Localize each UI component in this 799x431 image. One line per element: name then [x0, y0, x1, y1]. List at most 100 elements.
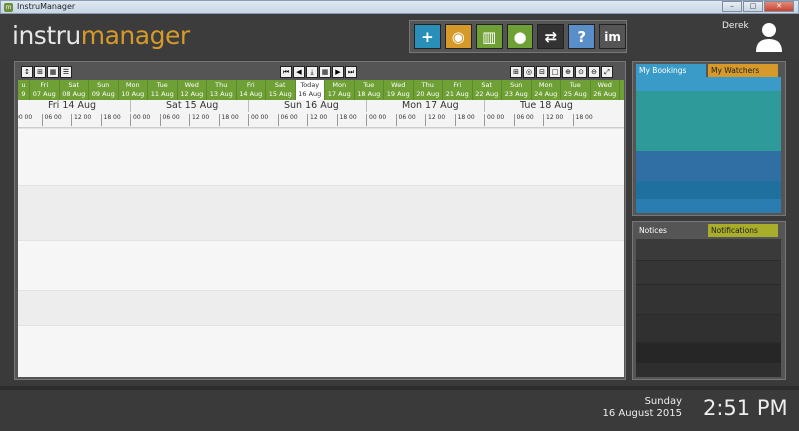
user-name: Derek	[722, 21, 749, 31]
fit-icon[interactable]: ⊞	[510, 66, 522, 78]
eye-icon[interactable]: ◉	[444, 24, 472, 49]
eye-icon[interactable]: ◎	[523, 66, 535, 78]
calendar-row[interactable]	[18, 128, 624, 185]
footer-date: 16 August 2015	[602, 408, 682, 419]
date-cell-date: 26 Aug	[593, 90, 617, 98]
date-cell[interactable]: Mon 24 Aug	[532, 80, 561, 100]
date-cell[interactable]: Tue 25 Aug	[561, 80, 591, 100]
hour-label: 00 00	[366, 114, 386, 126]
close-button[interactable]: ✕	[764, 1, 794, 12]
date-cell-day: Tue	[363, 81, 375, 89]
hour-label: 18 00	[454, 114, 475, 126]
date-cell[interactable]: Wed 12 Aug	[178, 80, 207, 100]
today-icon[interactable]: ⤓	[306, 66, 318, 78]
date-cell-day: Sat	[274, 81, 286, 89]
first-icon[interactable]: ⏮	[280, 66, 292, 78]
date-cell-day: Sat	[481, 81, 493, 89]
date-cell[interactable]: Sun 23 Aug	[502, 80, 532, 100]
hour-ruler: 00 00 06 00 12 00 18 00 00 00 06 00 12 00 18 00…	[18, 112, 624, 128]
date-cell[interactable]: Sat 22 Aug	[473, 80, 502, 100]
date-cell-day: Thu	[421, 81, 434, 89]
list-item[interactable]	[636, 151, 781, 181]
date-cell[interactable]: Wed 26 Aug	[591, 80, 620, 100]
zoom-icon[interactable]: ⊙	[575, 66, 587, 78]
tab-notices[interactable]: Notices	[636, 224, 706, 237]
prev-icon[interactable]: ◀	[293, 66, 305, 78]
calendar-row[interactable]	[18, 240, 624, 290]
date-cell[interactable]: Sat 15 Aug	[266, 80, 296, 100]
tab-notifications[interactable]: Notifications	[708, 224, 778, 237]
im-icon[interactable]: im	[599, 24, 627, 49]
status-footer: Sunday 16 August 2015 2:51 PM	[0, 390, 799, 431]
list-item[interactable]	[636, 199, 781, 213]
date-cell-date: 14 Aug	[239, 90, 263, 98]
date-cell[interactable]: Fri 21 Aug	[443, 80, 473, 100]
swap-icon[interactable]: ⇄	[537, 24, 565, 49]
app-header: instrumanager + ◉ ▥ ● ⇄? im Derek	[0, 14, 799, 59]
calendar-row[interactable]	[18, 325, 624, 377]
date-cell-day: Fri	[246, 81, 255, 89]
list-item[interactable]	[636, 91, 781, 151]
minimize-button[interactable]: –	[722, 1, 742, 12]
tab-my-watchers[interactable]: My Watchers	[708, 64, 778, 77]
hour-label: 12 00	[425, 114, 445, 126]
date-cell[interactable]: Fri 07 Aug	[30, 80, 60, 100]
date-cell[interactable]: Thu 13 Aug	[207, 80, 237, 100]
expand-icon[interactable]: ⊞	[34, 66, 46, 78]
collapse-icon[interactable]: ↕	[21, 66, 33, 78]
plus-icon[interactable]: +	[414, 24, 441, 49]
help-icon[interactable]: ?	[568, 24, 596, 49]
date-cell-day: Mon	[332, 81, 347, 89]
hour-label: 06 00	[41, 114, 62, 126]
next-icon[interactable]: ▶	[332, 66, 344, 78]
barcode-icon[interactable]: ▥	[475, 24, 503, 49]
list-item[interactable]	[636, 181, 781, 199]
date-cell[interactable]: Today 16 Aug	[295, 80, 325, 100]
hour-label: 12 00	[71, 114, 91, 126]
calendar-row[interactable]	[18, 290, 624, 325]
grid-icon[interactable]: ▦	[47, 66, 59, 78]
user-avatar-icon[interactable]	[754, 21, 784, 53]
main-toolbar: + ◉ ▥ ● ⇄? im	[409, 20, 627, 53]
zoom-in-icon[interactable]: ⊕	[562, 66, 574, 78]
date-cell-day: Wed	[597, 81, 612, 89]
date-cell[interactable]: Mon 10 Aug	[119, 80, 148, 100]
date-cell[interactable]: Fri 14 Aug	[237, 80, 266, 100]
date-cell-day: Today	[300, 81, 320, 89]
date-cell[interactable]: Tue 18 Aug	[355, 80, 384, 100]
date-cell-date: 07 Aug	[32, 90, 56, 98]
date-cell-date: 21 Aug	[445, 90, 469, 98]
notices-list[interactable]	[636, 239, 781, 377]
last-icon[interactable]: ⏭	[345, 66, 357, 78]
list-item	[636, 343, 781, 363]
fullscreen-icon[interactable]: ⤢	[601, 66, 613, 78]
zoom-out-icon[interactable]: ⊖	[588, 66, 600, 78]
date-strip: u9 AugFri07 AugSat08 AugSun09 AugMon10 A…	[18, 80, 624, 100]
calendar-panel: ↕⊞▦☰⏮◀⤓▦▶⏭⊞◎⊟□⊕⊙⊖⤢ u9 AugFri07 AugSat08 …	[14, 61, 626, 380]
square-icon[interactable]: □	[549, 66, 561, 78]
date-cell[interactable]: Sat 08 Aug	[60, 80, 89, 100]
compress-icon[interactable]: ⊟	[536, 66, 548, 78]
maximize-button[interactable]: □	[743, 1, 763, 12]
list-icon[interactable]: ☰	[60, 66, 72, 78]
person-icon[interactable]: ●	[506, 24, 534, 49]
bookings-list[interactable]	[636, 77, 781, 213]
calendar-icon[interactable]: ▦	[319, 66, 331, 78]
date-cell[interactable]: u9 Aug	[18, 80, 31, 100]
date-cell-date: 23 Aug	[504, 90, 528, 98]
list-item[interactable]	[636, 77, 781, 91]
date-cell[interactable]: Mon 17 Aug	[325, 80, 355, 100]
calendar-row[interactable]	[18, 185, 624, 240]
calendar-grid[interactable]: Fri 14 Aug Sat 15 Aug Sun 16 Aug Mon 17 Aug…	[18, 100, 624, 377]
date-cell[interactable]: Thu 20 Aug	[414, 80, 443, 100]
hour-label: 00 00	[130, 114, 150, 126]
date-cell-date: 18 Aug	[357, 90, 381, 98]
date-cell[interactable]: Tue 11 Aug	[148, 80, 178, 100]
date-cell-day: Fri	[40, 81, 49, 89]
calendar-toolbar: ↕ ⊞ ▦ ☰ ⏮ ◀ ⤓ ▦ ▶ ⏭ ⊞ ◎ ⊟ □ ⊕ ⊙ ⊖ ⤢	[18, 65, 624, 80]
date-cell[interactable]: Sun 09 Aug	[89, 80, 119, 100]
day-header: Sun 16 Aug	[284, 100, 339, 111]
date-cell[interactable]: Wed 19 Aug	[384, 80, 414, 100]
tab-my-bookings[interactable]: My Bookings	[636, 64, 706, 77]
window-titlebar: m InstruManager – □ ✕	[0, 0, 799, 14]
